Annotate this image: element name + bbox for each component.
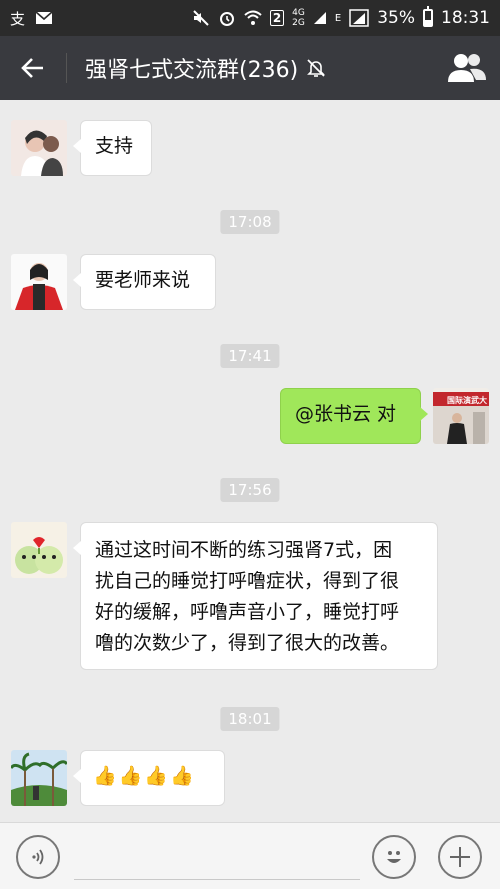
status-bar: 支 2 4G 2G E 35% 18:31: [0, 0, 500, 36]
sim-badge: 2: [269, 10, 285, 26]
timestamp: 18:01: [220, 707, 280, 731]
wifi-icon: [244, 10, 262, 25]
vibrate-mute-icon: [193, 10, 209, 26]
message-bubble[interactable]: 要老师来说: [73, 254, 216, 310]
back-arrow-icon: [21, 58, 43, 78]
timestamp: 17:41: [220, 344, 280, 368]
signal-icon: [313, 12, 326, 24]
avatar-sender-4[interactable]: [11, 750, 67, 806]
data-type-label: E: [334, 12, 342, 24]
message-text: @张书云 对: [295, 403, 397, 425]
avatar-self[interactable]: 国际演武大: [433, 388, 489, 444]
title-divider: [66, 53, 67, 83]
avatar-banner-text: 国际演武大: [447, 395, 487, 405]
app-notification-icon: 支: [10, 9, 26, 28]
network-indicator: 4G 2G: [292, 8, 305, 28]
more-button[interactable]: [438, 835, 482, 879]
title-bar: 强肾七式交流群(236): [0, 36, 500, 100]
group-members-button[interactable]: [446, 48, 488, 88]
message-line: 扰自己的睡觉打呼噜症状，得到了很: [95, 570, 400, 592]
message-text: 要老师来说: [95, 269, 191, 291]
message-line: 噜的次数少了，得到了很大的改善。: [95, 632, 400, 654]
avatar-sender-2[interactable]: [11, 254, 67, 310]
message-bubble[interactable]: 👍👍👍👍: [73, 750, 225, 806]
bell-off-icon: [307, 59, 326, 77]
message-bubble[interactable]: 通过这时间不断的练习强肾7式，困 扰自己的睡觉打呼噜症状，得到了很 好的缓解，呼…: [73, 522, 438, 670]
emoji-button[interactable]: [372, 835, 416, 879]
plus-icon: [450, 847, 470, 867]
avatar-sender-3[interactable]: [11, 522, 67, 578]
input-bar: [0, 822, 500, 889]
emoji-icon: [387, 851, 401, 863]
chat-area[interactable]: 支持 17:08 要老师来说 17:41 @张书云 对 国际演武大 17:56 …: [0, 100, 500, 822]
back-button[interactable]: [0, 36, 66, 100]
timestamp: 17:08: [220, 210, 280, 234]
message-line: 好的缓解，呼噜声音小了，睡觉打呼: [95, 601, 400, 623]
mail-icon: [35, 11, 53, 24]
avatar-sender-1[interactable]: [11, 120, 67, 176]
voice-icon: [32, 849, 44, 865]
message-line: 通过这时间不断的练习强肾7式，困: [95, 539, 393, 561]
signal-icon-2: [349, 9, 369, 27]
battery-icon: [423, 6, 433, 27]
clock: 18:31: [441, 8, 490, 28]
voice-button[interactable]: [16, 835, 60, 879]
chat-title: 强肾七式交流群(236): [85, 52, 326, 84]
text-input[interactable]: [74, 879, 360, 880]
group-members-icon: [448, 54, 486, 82]
alarm-icon: [219, 12, 234, 26]
message-text: 支持: [95, 135, 134, 157]
battery-percent: 35%: [377, 8, 415, 28]
message-bubble-self[interactable]: @张书云 对: [280, 388, 428, 444]
chat-title-text: 强肾七式交流群(236): [85, 58, 299, 83]
message-emoji-text: 👍👍👍👍: [93, 765, 196, 787]
message-bubble[interactable]: 支持: [73, 120, 152, 176]
timestamp: 17:56: [220, 478, 280, 502]
